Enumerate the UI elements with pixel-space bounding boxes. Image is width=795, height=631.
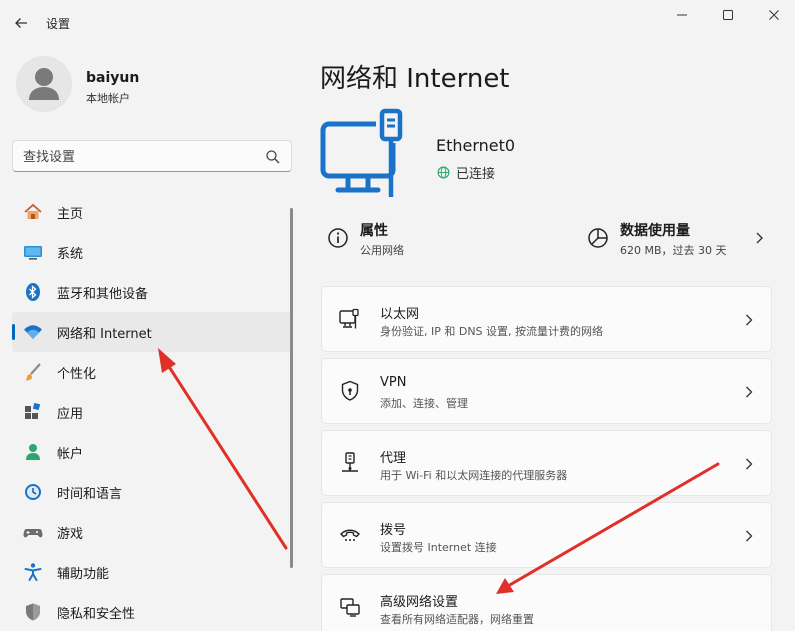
sidebar-item-label: 蓝牙和其他设备 <box>57 286 149 302</box>
dialup-icon <box>340 529 360 541</box>
card-subtitle: 用于 Wi-Fi 和以太网连接的代理服务器 <box>380 469 568 482</box>
card-title: 代理 <box>380 451 407 466</box>
data-usage-subtitle: 620 MB，过去 30 天 <box>620 244 727 257</box>
card-proxy[interactable]: 代理 用于 Wi-Fi 和以太网连接的代理服务器 <box>321 430 772 496</box>
sidebar-item-gaming[interactable]: 游戏 <box>12 512 292 552</box>
sidebar-item-privacy[interactable]: 隐私和安全性 <box>12 592 292 631</box>
page-title: 网络和 Internet <box>320 64 510 94</box>
bluetooth-icon <box>23 282 43 302</box>
data-usage-button[interactable]: 数据使用量 620 MB，过去 30 天 <box>586 218 772 262</box>
globe-icon <box>437 166 450 179</box>
sidebar-item-personalization[interactable]: 个性化 <box>12 352 292 392</box>
maximize-icon <box>723 10 733 20</box>
close-icon <box>769 10 779 20</box>
sidebar-item-time-language[interactable]: 时间和语言 <box>12 472 292 512</box>
chevron-right-icon <box>746 458 753 470</box>
wifi-icon <box>23 322 43 342</box>
chevron-right-icon <box>746 530 753 542</box>
card-advanced-network[interactable]: 高级网络设置 查看所有网络适配器，网络重置 <box>321 574 772 631</box>
properties-button[interactable]: 属性 公用网络 <box>326 218 566 262</box>
adapter-status-text: 已连接 <box>456 167 496 182</box>
close-button[interactable] <box>756 4 792 26</box>
minimize-icon <box>677 14 687 16</box>
apps-icon <box>23 402 43 422</box>
user-name: baiyun <box>86 70 140 86</box>
sidebar-item-label: 辅助功能 <box>57 566 110 582</box>
user-avatar-icon <box>29 68 59 100</box>
avatar[interactable] <box>16 56 72 112</box>
sidebar-item-label: 网络和 Internet <box>57 326 152 342</box>
card-subtitle: 设置拨号 Internet 连接 <box>380 541 497 554</box>
sidebar-item-label: 系统 <box>57 246 84 262</box>
sidebar-item-system[interactable]: 系统 <box>12 232 292 272</box>
shield-icon <box>23 602 43 622</box>
ethernet-monitor-icon <box>339 308 359 329</box>
back-button[interactable] <box>10 12 32 34</box>
sidebar-scrollbar[interactable] <box>290 208 293 568</box>
card-subtitle: 查看所有网络适配器，网络重置 <box>380 613 534 626</box>
app-title: 设置 <box>46 17 71 31</box>
search-box[interactable] <box>12 140 292 172</box>
pie-chart-icon <box>588 228 608 248</box>
accessibility-icon <box>23 562 43 582</box>
title-bar: 设置 <box>0 0 795 46</box>
sidebar-item-label: 时间和语言 <box>57 486 123 502</box>
sidebar-item-label: 个性化 <box>57 366 97 382</box>
sidebar-item-label: 隐私和安全性 <box>57 606 136 622</box>
info-icon <box>328 228 348 248</box>
system-icon <box>23 242 43 262</box>
proxy-icon <box>342 452 358 472</box>
account-icon <box>23 442 43 462</box>
adapter-name: Ethernet0 <box>436 136 516 155</box>
sidebar-nav: 主页 系统 蓝牙和其他设备 网络和 Internet 个性化 应用 帐户 时间和… <box>12 192 292 631</box>
maximize-button[interactable] <box>710 4 746 26</box>
card-subtitle: 添加、连接、管理 <box>380 397 468 410</box>
search-icon[interactable] <box>265 149 281 165</box>
sidebar-item-home[interactable]: 主页 <box>12 192 292 232</box>
chevron-right-icon <box>746 386 753 398</box>
card-title: 拨号 <box>380 523 407 538</box>
adapter-status: 已连接 <box>437 163 495 182</box>
back-arrow-icon <box>15 18 27 28</box>
chevron-right-icon <box>756 232 763 244</box>
vpn-shield-icon <box>341 380 359 401</box>
sidebar-item-label: 主页 <box>57 206 84 222</box>
chevron-right-icon <box>746 314 753 326</box>
ethernet-adapter-icon <box>320 108 410 197</box>
user-account-type: 本地帐户 <box>86 92 130 105</box>
active-indicator <box>12 324 15 340</box>
brush-icon <box>23 362 43 382</box>
card-dialup[interactable]: 拨号 设置拨号 Internet 连接 <box>321 502 772 568</box>
card-title: VPN <box>380 375 407 390</box>
sidebar-item-network[interactable]: 网络和 Internet <box>12 312 292 352</box>
search-input[interactable] <box>23 147 259 167</box>
card-title: 高级网络设置 <box>380 595 459 610</box>
properties-title: 属性 <box>360 223 388 239</box>
sidebar-item-bluetooth[interactable]: 蓝牙和其他设备 <box>12 272 292 312</box>
sidebar-item-label: 游戏 <box>57 526 84 542</box>
gamepad-icon <box>23 522 43 542</box>
card-subtitle: 身份验证, IP 和 DNS 设置, 按流量计费的网络 <box>380 325 604 338</box>
card-ethernet[interactable]: 以太网 身份验证, IP 和 DNS 设置, 按流量计费的网络 <box>321 286 772 352</box>
clock-icon <box>23 482 43 502</box>
sidebar-item-label: 帐户 <box>57 446 84 462</box>
sidebar-item-accessibility[interactable]: 辅助功能 <box>12 552 292 592</box>
sidebar-item-accounts[interactable]: 帐户 <box>12 432 292 472</box>
data-usage-title: 数据使用量 <box>620 223 690 239</box>
card-title: 以太网 <box>380 307 420 322</box>
card-vpn[interactable]: VPN 添加、连接、管理 <box>321 358 772 424</box>
home-icon <box>23 202 43 222</box>
sidebar-item-label: 应用 <box>57 406 84 422</box>
advanced-network-icon <box>340 598 360 617</box>
properties-subtitle: 公用网络 <box>360 244 404 257</box>
minimize-button[interactable] <box>664 4 700 26</box>
sidebar-item-apps[interactable]: 应用 <box>12 392 292 432</box>
